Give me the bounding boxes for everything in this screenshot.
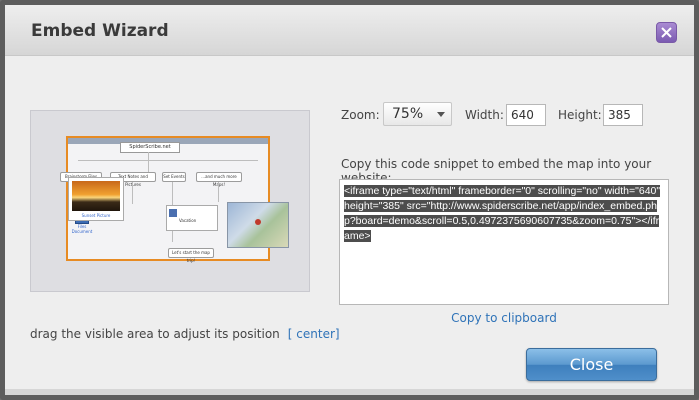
embed-code-text: <iframe type="text/html" frameborder="0"… [344, 185, 661, 242]
dialog-content: SpiderScribe.net Brainstorm Files Text N… [5, 56, 694, 395]
preview-card-title: Vacation [179, 218, 197, 223]
zoom-select[interactable]: 75% [383, 102, 452, 126]
map-marker-icon [255, 219, 261, 225]
close-icon [661, 27, 672, 38]
zoom-value: 75% [392, 106, 424, 122]
preview-photo-caption: Sunset Picture [81, 213, 111, 218]
preview-connector [78, 160, 258, 161]
preview-connector [148, 152, 149, 172]
preview-map-title: SpiderScribe.net [120, 142, 180, 153]
drag-instruction-text: drag the visible area to adjust its posi… [30, 327, 280, 341]
dialog-title: Embed Wizard [31, 21, 169, 41]
sunset-image [72, 181, 120, 211]
card-icon [169, 209, 177, 217]
preview-node: Set Events [162, 172, 186, 182]
preview-connector [132, 182, 133, 204]
embed-wizard-dialog: Embed Wizard SpiderScribe.net Brainstorm… [0, 0, 699, 400]
height-input[interactable]: 385 [603, 104, 643, 126]
preview-node: ...and much more Maps! [196, 172, 242, 187]
center-link[interactable]: [ center] [288, 327, 340, 341]
height-label: Height: [558, 108, 602, 122]
close-button[interactable]: Close [526, 348, 657, 381]
width-input[interactable]: 640 [506, 104, 546, 126]
copy-to-clipboard-link[interactable]: Copy to clipboard [339, 311, 669, 325]
chevron-down-icon [437, 112, 445, 117]
zoom-label: Zoom: [341, 108, 380, 122]
close-dialog-button[interactable] [656, 22, 677, 43]
width-label: Width: [465, 108, 504, 122]
preview-footer-node: Let's start the map trip! [168, 248, 214, 263]
preview-doc-caption: Files Document [71, 224, 93, 234]
embed-code-textarea[interactable]: <iframe type="text/html" frameborder="0"… [339, 179, 669, 305]
title-bar: Embed Wizard [5, 5, 694, 56]
preview-card: Vacation [166, 205, 218, 231]
preview-photo: Sunset Picture [68, 177, 124, 221]
dialog-bottom-edge [5, 389, 694, 395]
preview-connector [218, 182, 219, 202]
drag-instruction: drag the visible area to adjust its posi… [30, 327, 340, 341]
preview-map-image [227, 202, 289, 248]
map-preview[interactable]: SpiderScribe.net Brainstorm Files Text N… [30, 110, 310, 292]
